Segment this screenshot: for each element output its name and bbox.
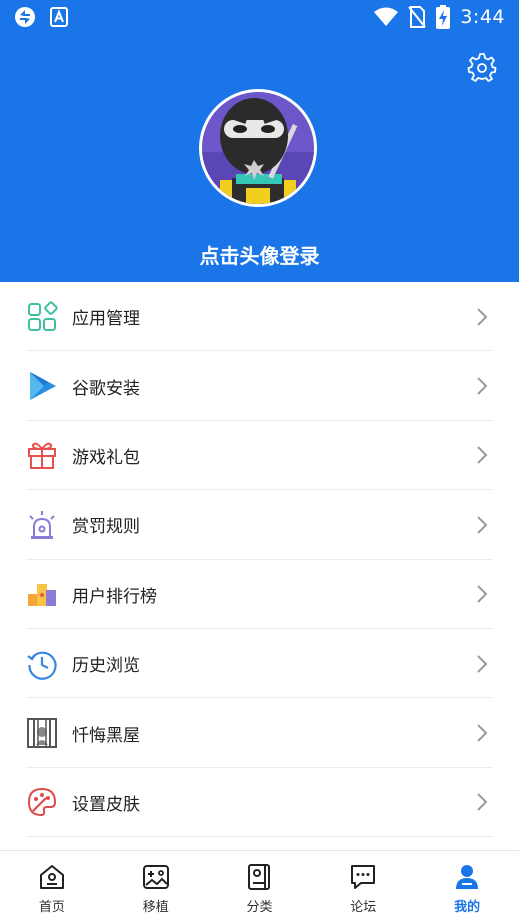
menu-item-app-management[interactable]: 应用管理 [0, 282, 519, 352]
nav-label: 我的 [454, 900, 481, 915]
menu-item-skin-settings[interactable]: 设置皮肤 [0, 768, 519, 838]
menu-item-label: 游戏礼包 [72, 447, 140, 468]
status-bar: 3:44 [0, 0, 519, 36]
history-icon [27, 651, 57, 680]
profile-icon [456, 865, 479, 889]
nav-category[interactable]: 分类 [208, 851, 312, 924]
gift-icon [28, 443, 56, 470]
palette-icon [27, 788, 57, 817]
nav-forum[interactable]: 论坛 [311, 851, 415, 924]
status-time: 3:44 [460, 6, 505, 28]
chevron-right-icon [477, 654, 488, 673]
avatar[interactable] [199, 89, 317, 207]
ninja-avatar-icon [202, 92, 314, 204]
gamepad-icon [142, 865, 169, 889]
sync-icon [15, 7, 35, 27]
nav-label: 论坛 [350, 900, 377, 915]
nav-label: 首页 [38, 900, 65, 915]
ranking-icon [28, 584, 56, 607]
menu-item-label: 赏罚规则 [72, 517, 140, 538]
menu-item-confession-room[interactable]: 忏悔黑屋 [0, 698, 519, 769]
menu-item-google-install[interactable]: 谷歌安装 [0, 351, 519, 422]
menu-item-label: 忏悔黑屋 [72, 725, 140, 746]
jail-icon [27, 718, 57, 749]
chevron-right-icon [477, 307, 488, 326]
chevron-right-icon [477, 516, 488, 534]
nav-port[interactable]: 移植 [104, 851, 208, 924]
no-sim-icon [408, 6, 427, 28]
nav-label: 移植 [142, 900, 169, 915]
home-icon [39, 865, 64, 889]
alarm-light-icon [29, 510, 55, 539]
menu-list: 应用管理 谷歌安装 游戏礼包 赏罚规则 用户排行榜 历史浏览 忏悔黑屋 设置皮肤 [0, 282, 519, 838]
profile-header: 3:44 点击头像登录 [0, 0, 519, 282]
battery-charging-icon [436, 5, 451, 29]
chevron-right-icon [477, 793, 488, 812]
chevron-right-icon [477, 377, 488, 395]
forum-chat-icon [351, 865, 376, 889]
screen: 3:44 点击头像登录 应用管理 谷歌安装 游戏礼包 赏罚规则 用户排行榜 历史… [0, 0, 519, 924]
menu-item-browse-history[interactable]: 历史浏览 [0, 629, 519, 699]
gear-icon [467, 53, 497, 82]
wifi-icon [374, 7, 399, 26]
play-store-icon [30, 372, 56, 401]
chevron-right-icon [477, 585, 488, 603]
menu-item-label: 历史浏览 [72, 656, 140, 677]
chevron-right-icon [477, 724, 488, 742]
app-grid-icon [28, 301, 58, 331]
nav-mine[interactable]: 我的 [415, 851, 519, 924]
nav-home[interactable]: 首页 [0, 851, 104, 924]
nav-label: 分类 [246, 900, 273, 915]
bottom-navigation: 首页 移植 分类 论坛 我的 [0, 850, 519, 924]
menu-item-label: 应用管理 [72, 309, 140, 330]
login-prompt[interactable]: 点击头像登录 [0, 240, 519, 269]
menu-item-label: 用户排行榜 [72, 586, 157, 607]
menu-item-user-ranking[interactable]: 用户排行榜 [0, 560, 519, 630]
menu-item-game-gifts[interactable]: 游戏礼包 [0, 421, 519, 491]
chevron-right-icon [477, 446, 488, 465]
category-book-icon [248, 864, 271, 890]
menu-item-label: 谷歌安装 [72, 378, 140, 399]
font-icon [50, 7, 68, 27]
menu-item-label: 设置皮肤 [72, 794, 140, 815]
menu-item-rules[interactable]: 赏罚规则 [0, 490, 519, 560]
settings-button[interactable] [467, 52, 497, 82]
